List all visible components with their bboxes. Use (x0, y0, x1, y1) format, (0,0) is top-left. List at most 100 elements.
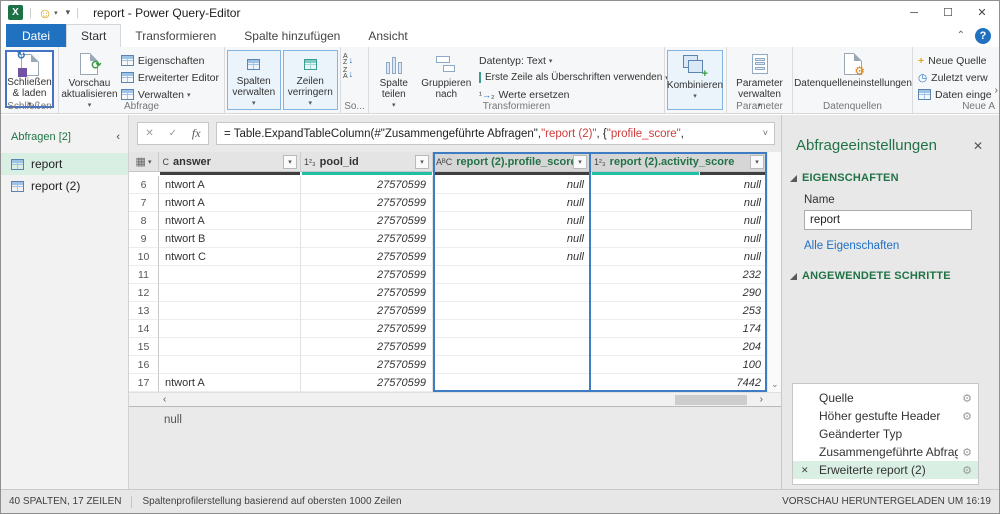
scroll-right-icon[interactable]: › (760, 394, 763, 406)
column-header-profile-score[interactable]: AᴮC report (2).profile_score ▾ (433, 152, 591, 172)
step-hoeher-gestufte-header[interactable]: Höher gestufte Header ⚙ (793, 407, 978, 425)
tab-datei[interactable]: Datei (6, 24, 67, 47)
row-number[interactable]: 9 (129, 230, 159, 248)
table-cell[interactable] (433, 338, 591, 356)
filter-dropdown-icon[interactable]: ▾ (415, 154, 429, 169)
table-cell[interactable]: 204 (591, 338, 767, 356)
combine-button[interactable]: + Kombinieren ▾ (667, 50, 723, 110)
table-cell[interactable]: null (433, 212, 591, 230)
step-geaenderter-typ[interactable]: Geänderter Typ (793, 425, 978, 443)
advanced-editor-button[interactable]: Erweiterter Editor (118, 69, 222, 86)
delete-step-icon[interactable]: ✕ (801, 465, 809, 476)
filter-dropdown-icon[interactable]: ▾ (283, 154, 297, 169)
table-cell[interactable]: 27570599 (301, 374, 433, 392)
filter-dropdown-icon[interactable]: ▾ (573, 154, 587, 169)
step-zusammengefuehrte-abfragen[interactable]: Zusammengeführte Abfragen ⚙ (793, 443, 978, 461)
select-all-corner[interactable]: ▦ ▾ (129, 152, 159, 172)
step-quelle[interactable]: Quelle ⚙ (793, 389, 978, 407)
minimize-button[interactable]: ─ (897, 1, 931, 24)
table-cell[interactable]: null (591, 176, 767, 194)
scroll-left-icon[interactable]: ‹ (163, 394, 166, 406)
table-cell[interactable]: null (433, 248, 591, 266)
table-cell[interactable]: 27570599 (301, 212, 433, 230)
step-erweiterte-report-2[interactable]: ✕ Erweiterte report (2) ⚙ (793, 461, 978, 479)
table-cell[interactable] (433, 374, 591, 392)
table-cell[interactable] (159, 266, 301, 284)
horizontal-scrollbar[interactable]: ‹ › (129, 392, 781, 406)
close-pane-icon[interactable]: ✕ (973, 139, 983, 153)
table-cell[interactable]: 27570599 (301, 266, 433, 284)
query-item-report-2[interactable]: report (2) (1, 175, 128, 197)
table-cell[interactable]: ntwort B (159, 230, 301, 248)
column-header-pool-id[interactable]: 1²₃ pool_id ▾ (301, 152, 433, 172)
table-cell[interactable] (433, 320, 591, 338)
tab-ansicht[interactable]: Ansicht (354, 24, 421, 47)
table-cell[interactable] (433, 356, 591, 374)
table-cell[interactable]: 27570599 (301, 176, 433, 194)
quick-access-customize-icon[interactable]: ▾ (66, 7, 71, 18)
row-number[interactable]: 6 (129, 176, 159, 194)
table-cell[interactable]: ntwort A (159, 212, 301, 230)
status-profiling-info[interactable]: Spaltenprofilerstellung basierend auf ob… (142, 496, 401, 507)
scrollbar-thumb[interactable] (675, 395, 747, 405)
vertical-scrollbar[interactable]: ⌄ (767, 152, 781, 392)
all-properties-link[interactable]: Alle Eigenschaften (804, 240, 999, 252)
recent-sources-button[interactable]: ◷ Zuletzt verw (915, 69, 997, 86)
datatype-button[interactable]: Datentyp: Text ▾ (476, 52, 662, 69)
table-cell[interactable]: 27570599 (301, 302, 433, 320)
table-cell[interactable]: null (591, 230, 767, 248)
table-cell[interactable]: null (433, 176, 591, 194)
row-number[interactable]: 14 (129, 320, 159, 338)
table-cell[interactable]: null (591, 212, 767, 230)
applied-steps-section-header[interactable]: ANGEWENDETE SCHRITTE (790, 270, 999, 282)
step-settings-gear-icon[interactable]: ⚙ (962, 410, 972, 423)
new-source-button[interactable]: + Neue Quelle (915, 52, 997, 69)
table-cell[interactable]: 27570599 (301, 356, 433, 374)
row-number[interactable]: 17 (129, 374, 159, 392)
properties-button[interactable]: Eigenschaften (118, 52, 222, 69)
table-cell[interactable] (159, 320, 301, 338)
table-cell[interactable]: ntwort A (159, 374, 301, 392)
table-cell[interactable]: 253 (591, 302, 767, 320)
row-number[interactable]: 15 (129, 338, 159, 356)
table-cell[interactable]: ntwort A (159, 176, 301, 194)
table-cell[interactable]: null (433, 230, 591, 248)
row-number[interactable]: 8 (129, 212, 159, 230)
table-cell[interactable]: ntwort A (159, 194, 301, 212)
column-header-activity-score[interactable]: 1²₃ report (2).activity_score ▾ (591, 152, 767, 172)
column-header-answer[interactable]: C answer ▾ (159, 152, 301, 172)
step-settings-gear-icon[interactable]: ⚙ (962, 446, 972, 459)
table-cell[interactable]: ntwort C (159, 248, 301, 266)
table-cell[interactable]: 100 (591, 356, 767, 374)
close-button[interactable]: ✕ (965, 1, 999, 24)
table-cell[interactable]: 290 (591, 284, 767, 302)
row-number[interactable]: 13 (129, 302, 159, 320)
table-cell[interactable]: null (433, 194, 591, 212)
table-cell[interactable]: 174 (591, 320, 767, 338)
formula-accept-icon[interactable]: ✓ (169, 128, 177, 139)
properties-section-header[interactable]: EIGENSCHAFTEN (790, 172, 999, 184)
tab-spalte-hinzufuegen[interactable]: Spalte hinzufügen (230, 24, 354, 47)
table-cell[interactable]: 27570599 (301, 248, 433, 266)
row-number[interactable]: 7 (129, 194, 159, 212)
smiley-feedback-icon[interactable]: ☺ (38, 6, 52, 20)
row-number[interactable]: 12 (129, 284, 159, 302)
tab-transformieren[interactable]: Transformieren (121, 24, 230, 47)
filter-dropdown-icon[interactable]: ▾ (750, 154, 764, 169)
step-settings-gear-icon[interactable]: ⚙ (962, 464, 972, 477)
help-icon[interactable]: ? (975, 27, 991, 44)
tab-start[interactable]: Start (66, 24, 122, 47)
table-cell[interactable] (433, 302, 591, 320)
query-name-input[interactable] (804, 210, 972, 230)
table-cell[interactable] (433, 284, 591, 302)
table-cell[interactable] (159, 302, 301, 320)
table-cell[interactable]: 27570599 (301, 320, 433, 338)
sort-ascending-icon[interactable]: AZ ↓ (343, 53, 353, 67)
smiley-dropdown-icon[interactable]: ▾ (54, 9, 58, 17)
collapse-ribbon-icon[interactable]: ⌃ (957, 30, 965, 41)
step-settings-gear-icon[interactable]: ⚙ (962, 392, 972, 405)
table-cell[interactable]: 7442 (591, 374, 767, 392)
query-item-report[interactable]: report (1, 153, 128, 175)
formula-cancel-icon[interactable]: ✕ (145, 128, 153, 139)
table-cell[interactable]: null (591, 194, 767, 212)
